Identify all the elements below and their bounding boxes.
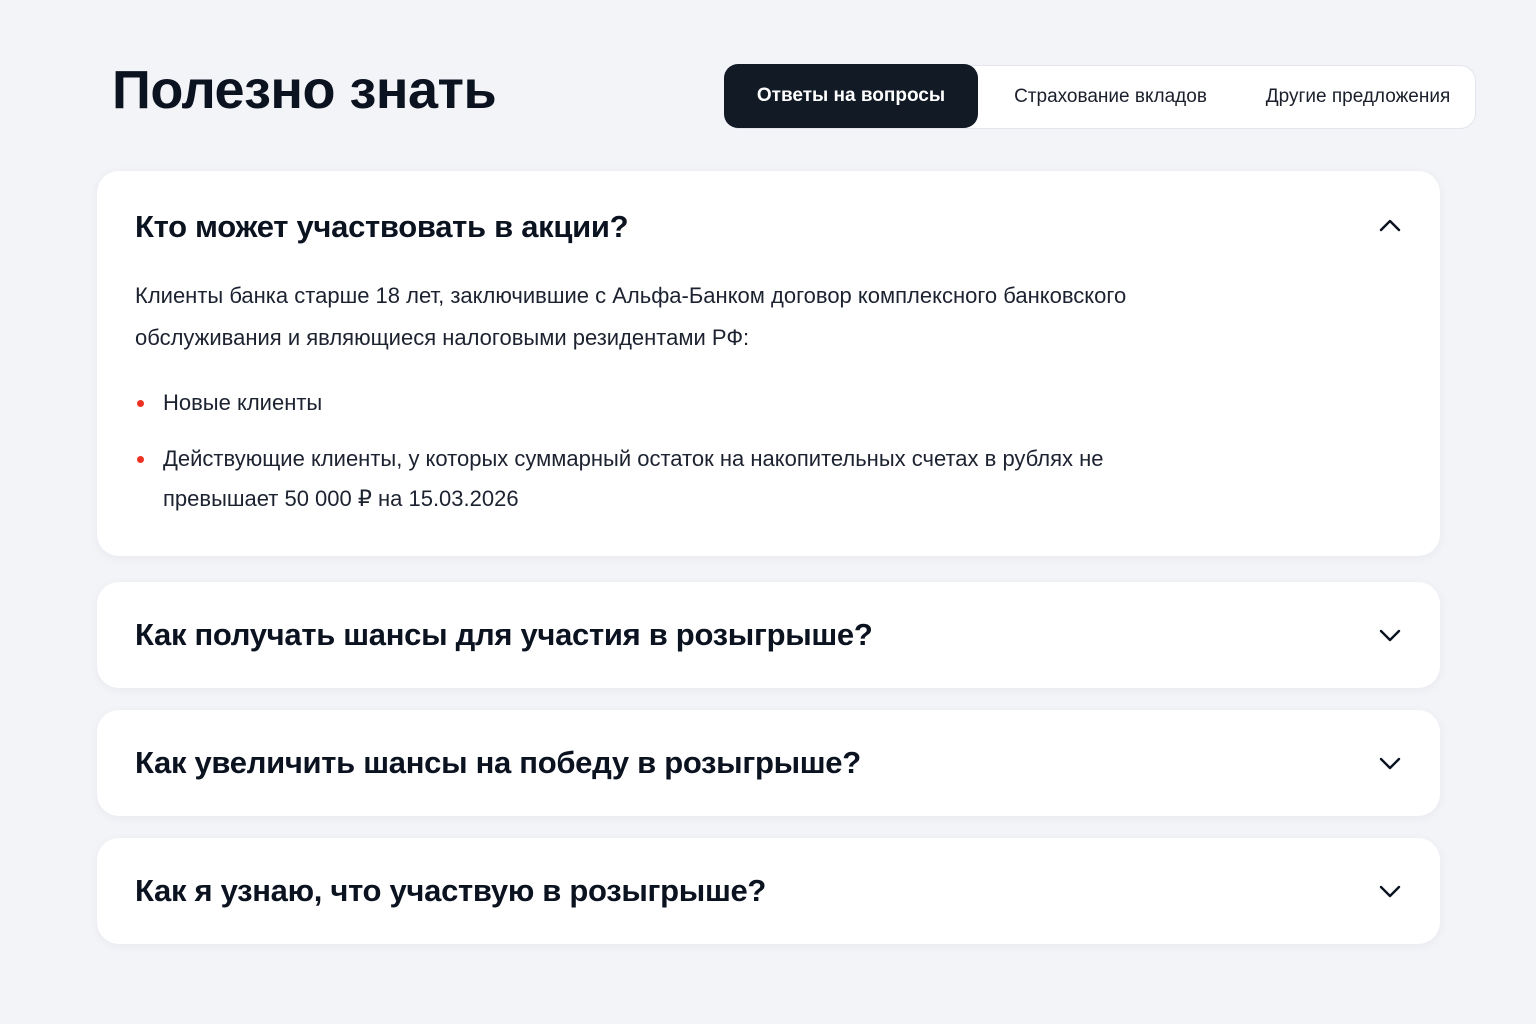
chevron-down-icon[interactable] (1378, 752, 1402, 774)
faq-question: Как увеличить шансы на победу в розыгрыш… (135, 745, 861, 780)
faq-item-collapsed: Как я узнаю, что участвую в розыгрыше? (97, 838, 1440, 944)
bullet-dot-icon (137, 400, 144, 407)
tab-faq[interactable]: Ответы на вопросы (724, 64, 978, 128)
faq-item-collapsed: Как получать шансы для участия в розыгры… (97, 582, 1440, 688)
chevron-down-icon[interactable] (1378, 880, 1402, 902)
faq-question: Как получать шансы для участия в розыгры… (135, 617, 873, 652)
tab-other-offers[interactable]: Другие предложения (1243, 65, 1473, 129)
faq-item-header[interactable]: Кто может участвовать в акции? (97, 171, 1440, 283)
tab-bar: Ответы на вопросы Страхование вкладов Др… (724, 64, 1476, 129)
faq-answer: Клиенты банка старше 18 лет, заключившие… (135, 283, 1127, 350)
faq-question: Кто может участвовать в акции? (135, 209, 629, 244)
faq-item-header[interactable]: Как получать шансы для участия в розыгры… (97, 582, 1440, 688)
list-item: Новые клиенты (135, 383, 1135, 423)
chevron-up-icon[interactable] (1378, 215, 1402, 237)
list-item: Действующие клиенты, у которых суммарный… (135, 439, 1135, 519)
faq-answer-list: Новые клиенты Действующие клиенты, у кот… (135, 383, 1135, 535)
faq-item-header[interactable]: Как увеличить шансы на победу в розыгрыш… (97, 710, 1440, 816)
faq-item-collapsed: Как увеличить шансы на победу в розыгрыш… (97, 710, 1440, 816)
faq-item-expanded: Кто может участвовать в акции? Клиенты б… (97, 171, 1440, 556)
list-item-text: Действующие клиенты, у которых суммарный… (163, 446, 1104, 511)
chevron-down-icon[interactable] (1378, 624, 1402, 646)
faq-item-header[interactable]: Как я узнаю, что участвую в розыгрыше? (97, 838, 1440, 944)
page-title: Полезно знать (112, 60, 497, 120)
faq-question: Как я узнаю, что участвую в розыгрыше? (135, 873, 767, 908)
tab-deposit-insurance[interactable]: Страхование вкладов (978, 65, 1243, 129)
bullet-dot-icon (137, 456, 144, 463)
list-item-text: Новые клиенты (163, 390, 323, 415)
